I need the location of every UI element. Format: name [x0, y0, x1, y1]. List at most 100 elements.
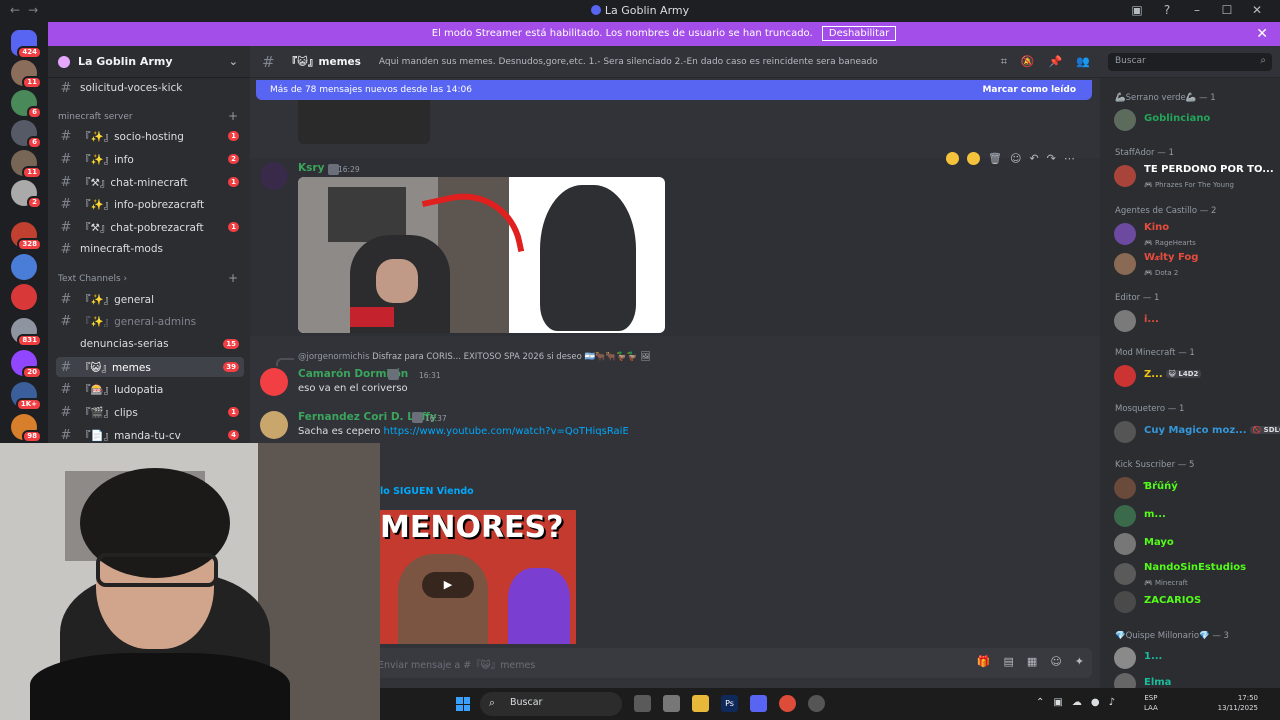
member-item[interactable]: Mayo: [1114, 532, 1274, 556]
obs-icon[interactable]: [808, 695, 825, 712]
gift-icon[interactable]: 🎁: [977, 655, 991, 668]
member-item[interactable]: Z... 😺 L4D2: [1114, 364, 1274, 388]
more-icon[interactable]: ⋯: [1064, 152, 1075, 165]
server-badge: 328: [17, 238, 42, 251]
reply-icon[interactable]: ↶: [1029, 152, 1038, 165]
language-indicator[interactable]: ESP LAA: [1144, 693, 1158, 713]
member-item[interactable]: ZACARIOS: [1114, 590, 1274, 614]
server-icon[interactable]: 1K+: [11, 382, 42, 411]
home-icon[interactable]: 424: [11, 30, 42, 59]
avatar[interactable]: [260, 411, 288, 439]
channel-item[interactable]: # 『✨』general-admins: [56, 311, 244, 331]
server-icon[interactable]: 328: [11, 222, 42, 251]
member-item[interactable]: Cuy Magico moz...🚫 SDLG: [1114, 420, 1280, 444]
play-icon[interactable]: ▶: [422, 572, 474, 598]
server-icon[interactable]: 831: [11, 318, 42, 347]
member-item[interactable]: TE PERDONO POR TO... 🎮 Phrazes For The Yo…: [1114, 164, 1274, 189]
new-messages-bar[interactable]: Más de 78 mensajes nuevos desde las 14:0…: [256, 80, 1092, 100]
channel-item[interactable]: # 『🎬』clips 1: [56, 402, 244, 422]
reaction-icon[interactable]: [967, 152, 980, 165]
member-item[interactable]: Ɓŕűńý: [1114, 476, 1274, 500]
pin-icon[interactable]: 📌: [1049, 55, 1063, 69]
server-icon[interactable]: 11: [11, 150, 42, 179]
embed-title[interactable]: lo SIGUEN Viendo: [380, 486, 474, 497]
server-icon[interactable]: [11, 254, 37, 280]
reply-preview[interactable]: @jorgenormichis Disfraz para CORIS... EX…: [298, 352, 651, 362]
member-item[interactable]: Goblinciano: [1114, 108, 1274, 132]
clock[interactable]: 17:50 13/11/2025: [1218, 693, 1258, 713]
channel-topic[interactable]: Aqui manden sus memes. Desnudos,gore,etc…: [379, 57, 878, 67]
start-button[interactable]: [456, 697, 470, 711]
reaction-icon[interactable]: 🗑: [988, 152, 1002, 165]
previous-image[interactable]: [298, 98, 430, 144]
member-item[interactable]: m...: [1114, 504, 1274, 528]
channel-item[interactable]: # 『✨』info-pobrezacraft: [56, 194, 244, 214]
close-button[interactable]: ✕: [1242, 3, 1272, 17]
search-input[interactable]: Buscar ⌕: [1108, 53, 1272, 71]
app-icon[interactable]: [663, 695, 680, 712]
member-item[interactable]: i...: [1114, 309, 1274, 333]
threads-icon[interactable]: ⌗: [1001, 55, 1007, 69]
channel-item[interactable]: # 『⚒』chat-pobrezacraft 1: [56, 217, 244, 237]
avatar[interactable]: [260, 368, 288, 396]
channel-item[interactable]: denuncias-serias 15: [56, 334, 244, 354]
disable-button[interactable]: Deshabilitar: [821, 26, 897, 41]
server-icon[interactable]: 98: [11, 414, 42, 443]
task-view-icon[interactable]: [634, 695, 651, 712]
discord-icon[interactable]: [750, 695, 767, 712]
channel-item[interactable]: # 『⚒』chat-minecraft 1: [56, 172, 244, 192]
server-icon[interactable]: 6: [11, 120, 42, 149]
server-icon[interactable]: 2: [11, 180, 42, 209]
chrome-icon[interactable]: [779, 695, 796, 712]
category-header[interactable]: Text Channels › +: [58, 271, 238, 285]
video-thumbnail[interactable]: MENORES? ▶: [380, 510, 576, 644]
gif-icon[interactable]: ▤: [1004, 655, 1014, 668]
server-icon[interactable]: 11: [11, 60, 42, 89]
member-item[interactable]: Kino 🎮 RageHearts: [1114, 222, 1274, 247]
avatar[interactable]: [260, 162, 288, 190]
inbox-icon[interactable]: ▣: [1122, 3, 1152, 17]
channel-item[interactable]: # 『🎰』ludopatia: [56, 379, 244, 399]
system-tray[interactable]: ⌃ ▣ ☁ ● ♪: [1036, 697, 1115, 708]
taskbar: ⌕ Buscar Ps ⌃ ▣ ☁ ● ♪ ESP LAA 17:50 13/11/2025: [380, 688, 1280, 720]
channel-item[interactable]: # 『📄』manda-tu-cv 4: [56, 425, 244, 445]
channel-item[interactable]: # 『✨』general: [56, 289, 244, 309]
guild-header[interactable]: La Goblin Army ⌄: [48, 46, 250, 78]
chevron-down-icon[interactable]: ⌄: [229, 55, 238, 68]
member-item[interactable]: NandoSinEstudios 🎮 Minecraft: [1114, 562, 1274, 587]
message-composer[interactable]: Enviar mensaje a #『😺』memes 🎁 ▤ ▦ ☺ ✦: [258, 648, 1092, 678]
meme-image[interactable]: [298, 177, 665, 333]
apps-icon[interactable]: ✦: [1075, 655, 1084, 668]
maximize-button[interactable]: ☐: [1212, 3, 1242, 17]
mark-read-button[interactable]: Marcar como leído: [982, 80, 1076, 100]
member-activity: 🎮 Minecraft: [1144, 579, 1188, 587]
add-reaction-icon[interactable]: ☺: [1010, 152, 1021, 165]
channel-item-active[interactable]: # 『😺』memes 39: [56, 357, 244, 377]
member-item[interactable]: 1...: [1114, 646, 1274, 670]
forward-icon[interactable]: ↷: [1047, 152, 1056, 165]
reaction-icon[interactable]: [946, 152, 959, 165]
channel-item[interactable]: # solicitud-voces-kick: [56, 78, 244, 98]
close-icon[interactable]: ✕: [1256, 22, 1268, 46]
server-icon[interactable]: 6: [11, 90, 42, 119]
server-icon[interactable]: 20: [11, 350, 42, 379]
emoji-icon[interactable]: ☺: [1050, 655, 1061, 668]
avatar: [1114, 591, 1136, 613]
channel-item[interactable]: # 『✨』socio-hosting 1: [56, 126, 244, 146]
taskbar-search[interactable]: ⌕ Buscar: [480, 692, 622, 716]
youtube-link[interactable]: https://www.youtube.com/watch?v=QoTHiqsR…: [384, 426, 629, 437]
file-explorer-icon[interactable]: [692, 695, 709, 712]
member-item[interactable]: W𝓍lty Fog 🎮 Dota 2: [1114, 252, 1274, 277]
category-header[interactable]: minecraft server +: [58, 109, 238, 123]
channel-name: 『😺』memes: [286, 56, 361, 68]
sticker-icon[interactable]: ▦: [1027, 655, 1037, 668]
message-author[interactable]: Ksry: [298, 162, 324, 174]
mute-icon[interactable]: 🔕: [1021, 55, 1035, 69]
channel-item[interactable]: # 『✨』info 2: [56, 149, 244, 169]
help-icon[interactable]: ?: [1152, 3, 1182, 17]
photoshop-icon[interactable]: Ps: [721, 695, 738, 712]
server-icon[interactable]: [11, 284, 37, 310]
channel-item[interactable]: # minecraft-mods: [56, 239, 244, 259]
minimize-button[interactable]: –: [1182, 3, 1212, 17]
members-icon[interactable]: 👥: [1076, 55, 1090, 69]
